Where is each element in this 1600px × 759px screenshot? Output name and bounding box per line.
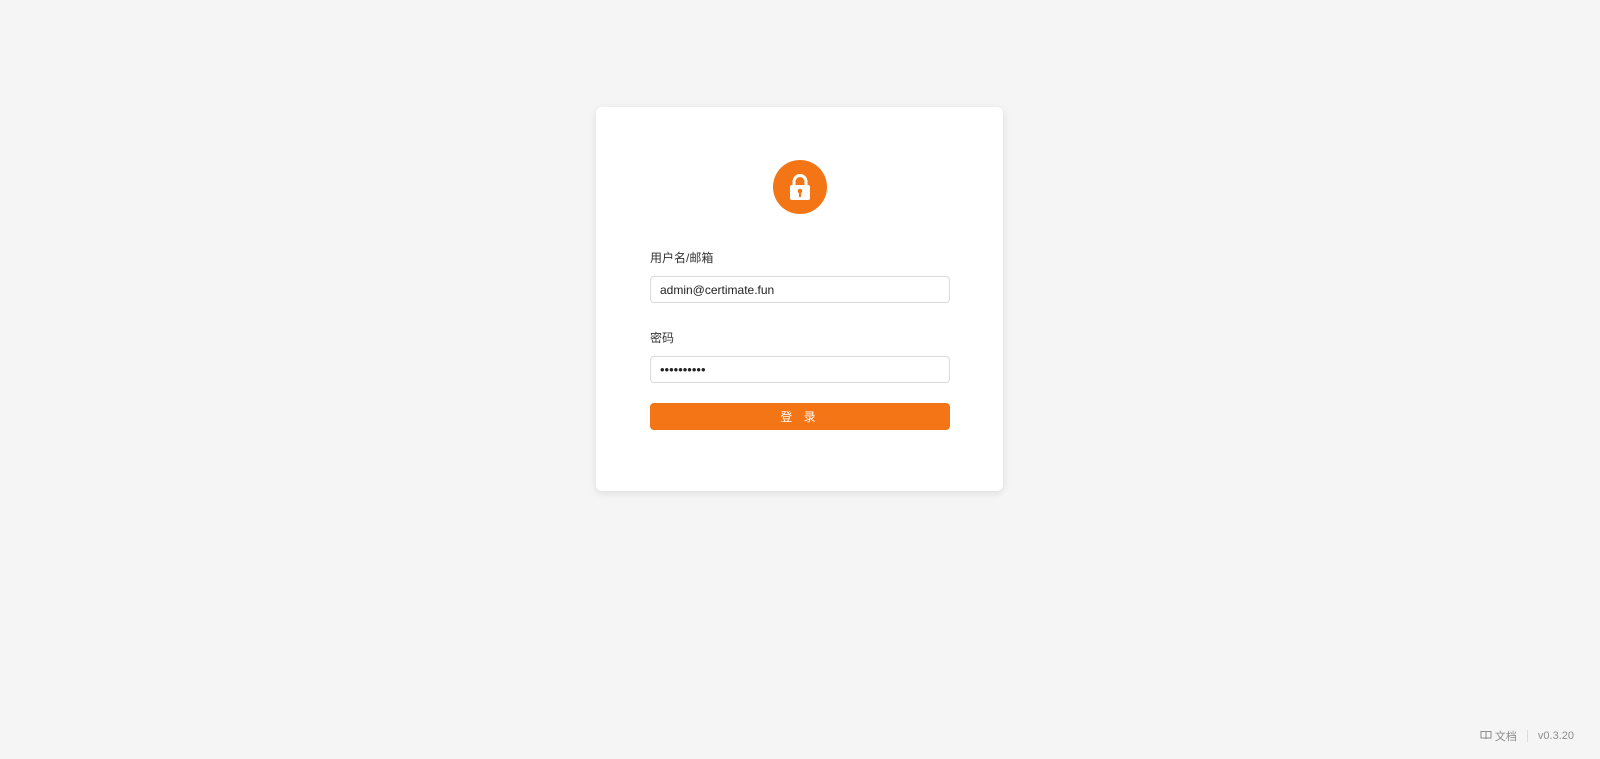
docs-link[interactable]: 文档 bbox=[1480, 728, 1517, 744]
login-card: 用户名/邮箱 密码 登 录 bbox=[596, 107, 1003, 491]
version-label: v0.3.20 bbox=[1537, 730, 1574, 742]
password-label: 密码 bbox=[650, 331, 675, 345]
password-field-group: 密码 bbox=[650, 330, 950, 383]
login-page: 用户名/邮箱 密码 登 录 文档 v0.3.20 bbox=[0, 0, 1600, 759]
login-button[interactable]: 登 录 bbox=[650, 403, 950, 430]
footer-divider bbox=[1526, 730, 1528, 742]
lock-icon bbox=[773, 160, 827, 214]
username-input[interactable] bbox=[650, 276, 950, 303]
book-icon bbox=[1480, 730, 1495, 743]
username-label: 用户名/邮箱 bbox=[650, 251, 714, 265]
password-input[interactable] bbox=[650, 356, 950, 383]
login-form: 用户名/邮箱 密码 登 录 bbox=[650, 250, 950, 430]
username-field-group: 用户名/邮箱 bbox=[650, 250, 950, 303]
docs-label: 文档 bbox=[1494, 731, 1517, 743]
footer: 文档 v0.3.20 bbox=[1480, 728, 1574, 744]
